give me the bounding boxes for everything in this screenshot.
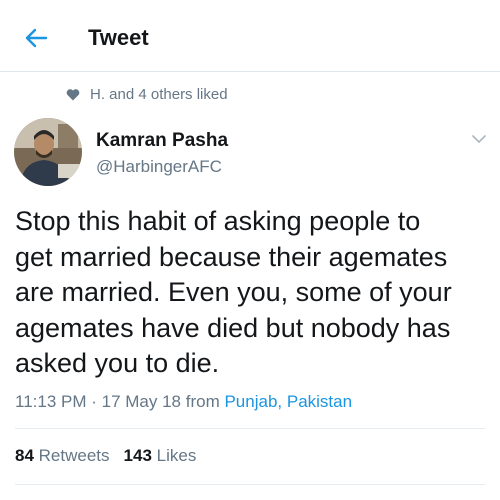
likes-count: 143	[123, 446, 152, 465]
tweet-meta: 11:13 PM · 17 May 18 from Punjab, Pakist…	[15, 392, 352, 412]
top-bar: Tweet	[0, 0, 500, 72]
tweet-menu-button[interactable]	[468, 130, 490, 148]
social-context-text: H. and 4 others liked	[90, 86, 228, 103]
tweet-line: are married. Even you, some of your	[15, 277, 452, 307]
avatar[interactable]	[14, 118, 82, 186]
tweet-line: asked you to die.	[15, 348, 220, 378]
retweets-count: 84	[15, 446, 34, 465]
meta-separator: ·	[86, 392, 102, 411]
tweet-line: Stop this habit of asking people to	[15, 206, 421, 236]
chevron-down-icon	[472, 134, 486, 143]
location-link[interactable]: Punjab, Pakistan	[224, 392, 352, 411]
back-button[interactable]	[16, 22, 56, 54]
retweets-label: Retweets	[38, 446, 110, 465]
social-context[interactable]: H. and 4 others liked	[66, 86, 228, 103]
tweet-stats: 84 Retweets 143 Likes	[15, 446, 196, 466]
author-handle[interactable]: @HarbingerAFC	[96, 157, 222, 177]
tweet-text: Stop this habit of asking people to get …	[15, 204, 485, 382]
page-title: Tweet	[88, 25, 149, 50]
tweet-line: get married because their agemates	[15, 241, 448, 272]
heart-icon	[66, 88, 80, 101]
divider	[15, 484, 485, 485]
likes-stat[interactable]: 143 Likes	[124, 446, 197, 466]
retweets-stat[interactable]: 84 Retweets	[15, 446, 110, 466]
tweet-date: 17 May 18	[101, 392, 182, 411]
from-label: from	[181, 392, 225, 411]
likes-label: Likes	[156, 446, 197, 465]
divider	[15, 428, 485, 429]
tweet-line: agemates have died but nobody has	[15, 312, 451, 343]
author-name[interactable]: Kamran Pasha	[96, 130, 228, 152]
arrow-left-icon	[25, 28, 48, 48]
tweet-time: 11:13 PM	[15, 392, 87, 411]
